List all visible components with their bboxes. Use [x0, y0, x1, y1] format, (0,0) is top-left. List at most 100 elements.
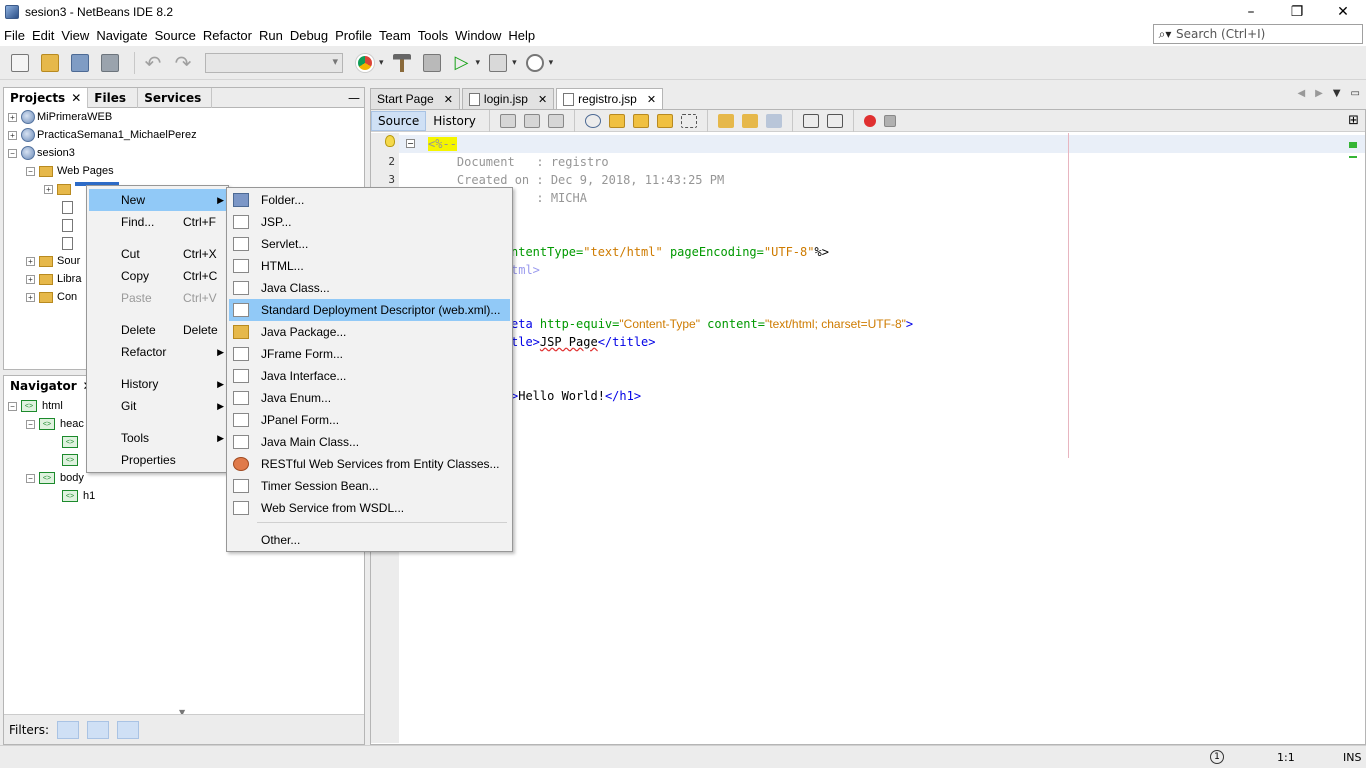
menu-navigate[interactable]: Navigate: [92, 28, 150, 43]
forward-icon[interactable]: [547, 113, 564, 128]
nav-item-head[interactable]: − <> heac: [26, 415, 84, 433]
collapse-icon[interactable]: −: [26, 473, 35, 483]
browser-button[interactable]: [353, 51, 377, 75]
configuration-combo[interactable]: [205, 52, 343, 73]
submenu-item-html[interactable]: HTML...: [229, 255, 510, 277]
tree-item-file[interactable]: [62, 216, 77, 234]
run-button[interactable]: ▷: [450, 51, 474, 75]
previous-bookmark-icon[interactable]: [717, 113, 734, 128]
undo-button[interactable]: ↶: [141, 51, 165, 75]
new-project-button[interactable]: [38, 51, 62, 75]
profile-dropdown-arrow[interactable]: ▾: [549, 58, 554, 68]
scroll-tabs-left-icon[interactable]: ◀: [1297, 88, 1305, 99]
source-view-button[interactable]: Source: [371, 110, 427, 131]
menu-refactor[interactable]: Refactor: [199, 28, 255, 43]
tree-item-web-pages[interactable]: − Web Pages: [26, 162, 114, 180]
collapse-icon[interactable]: −: [26, 166, 35, 176]
expand-icon[interactable]: +: [26, 274, 35, 284]
menu-item-delete[interactable]: Delete Delete: [89, 319, 226, 341]
submenu-item-timer[interactable]: Timer Session Bean...: [229, 475, 510, 497]
build-button[interactable]: [390, 51, 414, 75]
redo-button[interactable]: ↷: [171, 51, 195, 75]
menu-item-tools[interactable]: Tools ▶: [89, 427, 226, 449]
submenu-item-jsp[interactable]: JSP...: [229, 211, 510, 233]
fold-icon[interactable]: −: [406, 139, 415, 148]
close-button[interactable]: ✕: [1320, 0, 1366, 24]
menu-tools[interactable]: Tools: [414, 28, 451, 43]
search-input[interactable]: ⌕▾ Search (Ctrl+I): [1153, 24, 1363, 44]
minimize-button[interactable]: –: [1228, 0, 1274, 24]
split-editor-icon[interactable]: ⊞: [1348, 113, 1359, 128]
tab-files[interactable]: Files: [88, 88, 139, 108]
filter-inherited-button[interactable]: [87, 720, 110, 739]
tab-start-page[interactable]: Start Page ✕: [370, 88, 460, 109]
scroll-tabs-right-icon[interactable]: ▶: [1315, 88, 1323, 99]
menu-help[interactable]: Help: [504, 28, 538, 43]
toggle-bookmark-icon[interactable]: [765, 113, 782, 128]
nav-item-h1[interactable]: <> h1: [62, 487, 95, 505]
maximize-window-icon[interactable]: ▭: [1351, 88, 1360, 99]
code-editor[interactable]: Source History ⊞ 2 3 − <%-- Document : r…: [370, 109, 1366, 745]
stop-macro-icon[interactable]: [883, 114, 896, 127]
submenu-item-java-interface[interactable]: Java Interface...: [229, 365, 510, 387]
tree-item-file[interactable]: [62, 234, 77, 252]
tree-item-libraries[interactable]: + Libra: [26, 270, 81, 288]
tree-item-source-packages[interactable]: + Sour: [26, 252, 80, 270]
collapse-icon[interactable]: −: [8, 401, 17, 411]
tab-registro-jsp[interactable]: registro.jsp ✕: [556, 88, 664, 109]
menu-item-refactor[interactable]: Refactor ▶: [89, 341, 226, 363]
clean-build-button[interactable]: [420, 51, 444, 75]
menu-edit[interactable]: Edit: [28, 28, 57, 43]
menu-item-properties[interactable]: Properties: [89, 449, 226, 471]
back-icon[interactable]: [523, 113, 540, 128]
expand-icon[interactable]: +: [44, 184, 53, 194]
start-macro-icon[interactable]: [863, 114, 876, 127]
shift-left-icon[interactable]: [802, 113, 819, 128]
submenu-item-other[interactable]: Other...: [229, 529, 510, 551]
expand-icon[interactable]: +: [26, 292, 35, 302]
close-icon[interactable]: ✕: [538, 93, 547, 106]
find-icon[interactable]: [584, 113, 601, 128]
nav-item-html[interactable]: − <> html: [8, 397, 63, 415]
menu-item-find[interactable]: Find... Ctrl+F: [89, 211, 226, 233]
filter-private-button[interactable]: [117, 720, 140, 739]
menu-profile[interactable]: Profile: [331, 28, 375, 43]
nav-item-body[interactable]: − <> body: [26, 469, 84, 487]
bulb-icon[interactable]: [373, 135, 395, 153]
new-file-button[interactable]: [8, 51, 32, 75]
tree-item-file[interactable]: [62, 198, 77, 216]
maximize-button[interactable]: ❐: [1274, 0, 1320, 24]
tree-item-practicasemana1[interactable]: + PracticaSemana1_MichaelPerez: [8, 126, 197, 144]
rect-selection-icon[interactable]: [680, 113, 697, 128]
find-previous-icon[interactable]: [608, 113, 625, 128]
expand-icon[interactable]: +: [26, 256, 35, 266]
close-icon[interactable]: ✕: [647, 93, 656, 106]
menu-view[interactable]: View: [57, 28, 92, 43]
collapse-icon[interactable]: −: [26, 419, 35, 429]
run-dropdown-arrow[interactable]: ▾: [476, 58, 481, 68]
menu-window[interactable]: Window: [451, 28, 504, 43]
show-opened-documents-icon[interactable]: ▼: [1333, 88, 1341, 99]
save-all-button[interactable]: [98, 51, 122, 75]
tab-login-jsp[interactable]: login.jsp ✕: [461, 88, 555, 109]
tree-item-sesion3[interactable]: − sesion3: [8, 144, 75, 162]
nav-item-meta[interactable]: <>: [62, 433, 83, 451]
menu-item-new[interactable]: New ▶: [89, 189, 226, 211]
submenu-item-servlet[interactable]: Servlet...: [229, 233, 510, 255]
next-bookmark-icon[interactable]: [741, 113, 758, 128]
collapse-icon[interactable]: −: [8, 148, 17, 158]
submenu-item-java-main[interactable]: Java Main Class...: [229, 431, 510, 453]
shift-right-icon[interactable]: [826, 113, 843, 128]
menu-source[interactable]: Source: [151, 28, 199, 43]
menu-item-copy[interactable]: Copy Ctrl+C: [89, 265, 226, 287]
filter-fields-button[interactable]: [57, 720, 80, 739]
submenu-item-java-package[interactable]: Java Package...: [229, 321, 510, 343]
submenu-item-folder[interactable]: Folder...: [229, 189, 510, 211]
open-project-button[interactable]: [68, 51, 92, 75]
debug-button[interactable]: [486, 51, 510, 75]
submenu-item-jframe[interactable]: JFrame Form...: [229, 343, 510, 365]
menu-item-history[interactable]: History ▶: [89, 373, 226, 395]
submenu-item-java-class[interactable]: Java Class...: [229, 277, 510, 299]
menu-team[interactable]: Team: [375, 28, 414, 43]
last-edit-icon[interactable]: [499, 113, 516, 128]
